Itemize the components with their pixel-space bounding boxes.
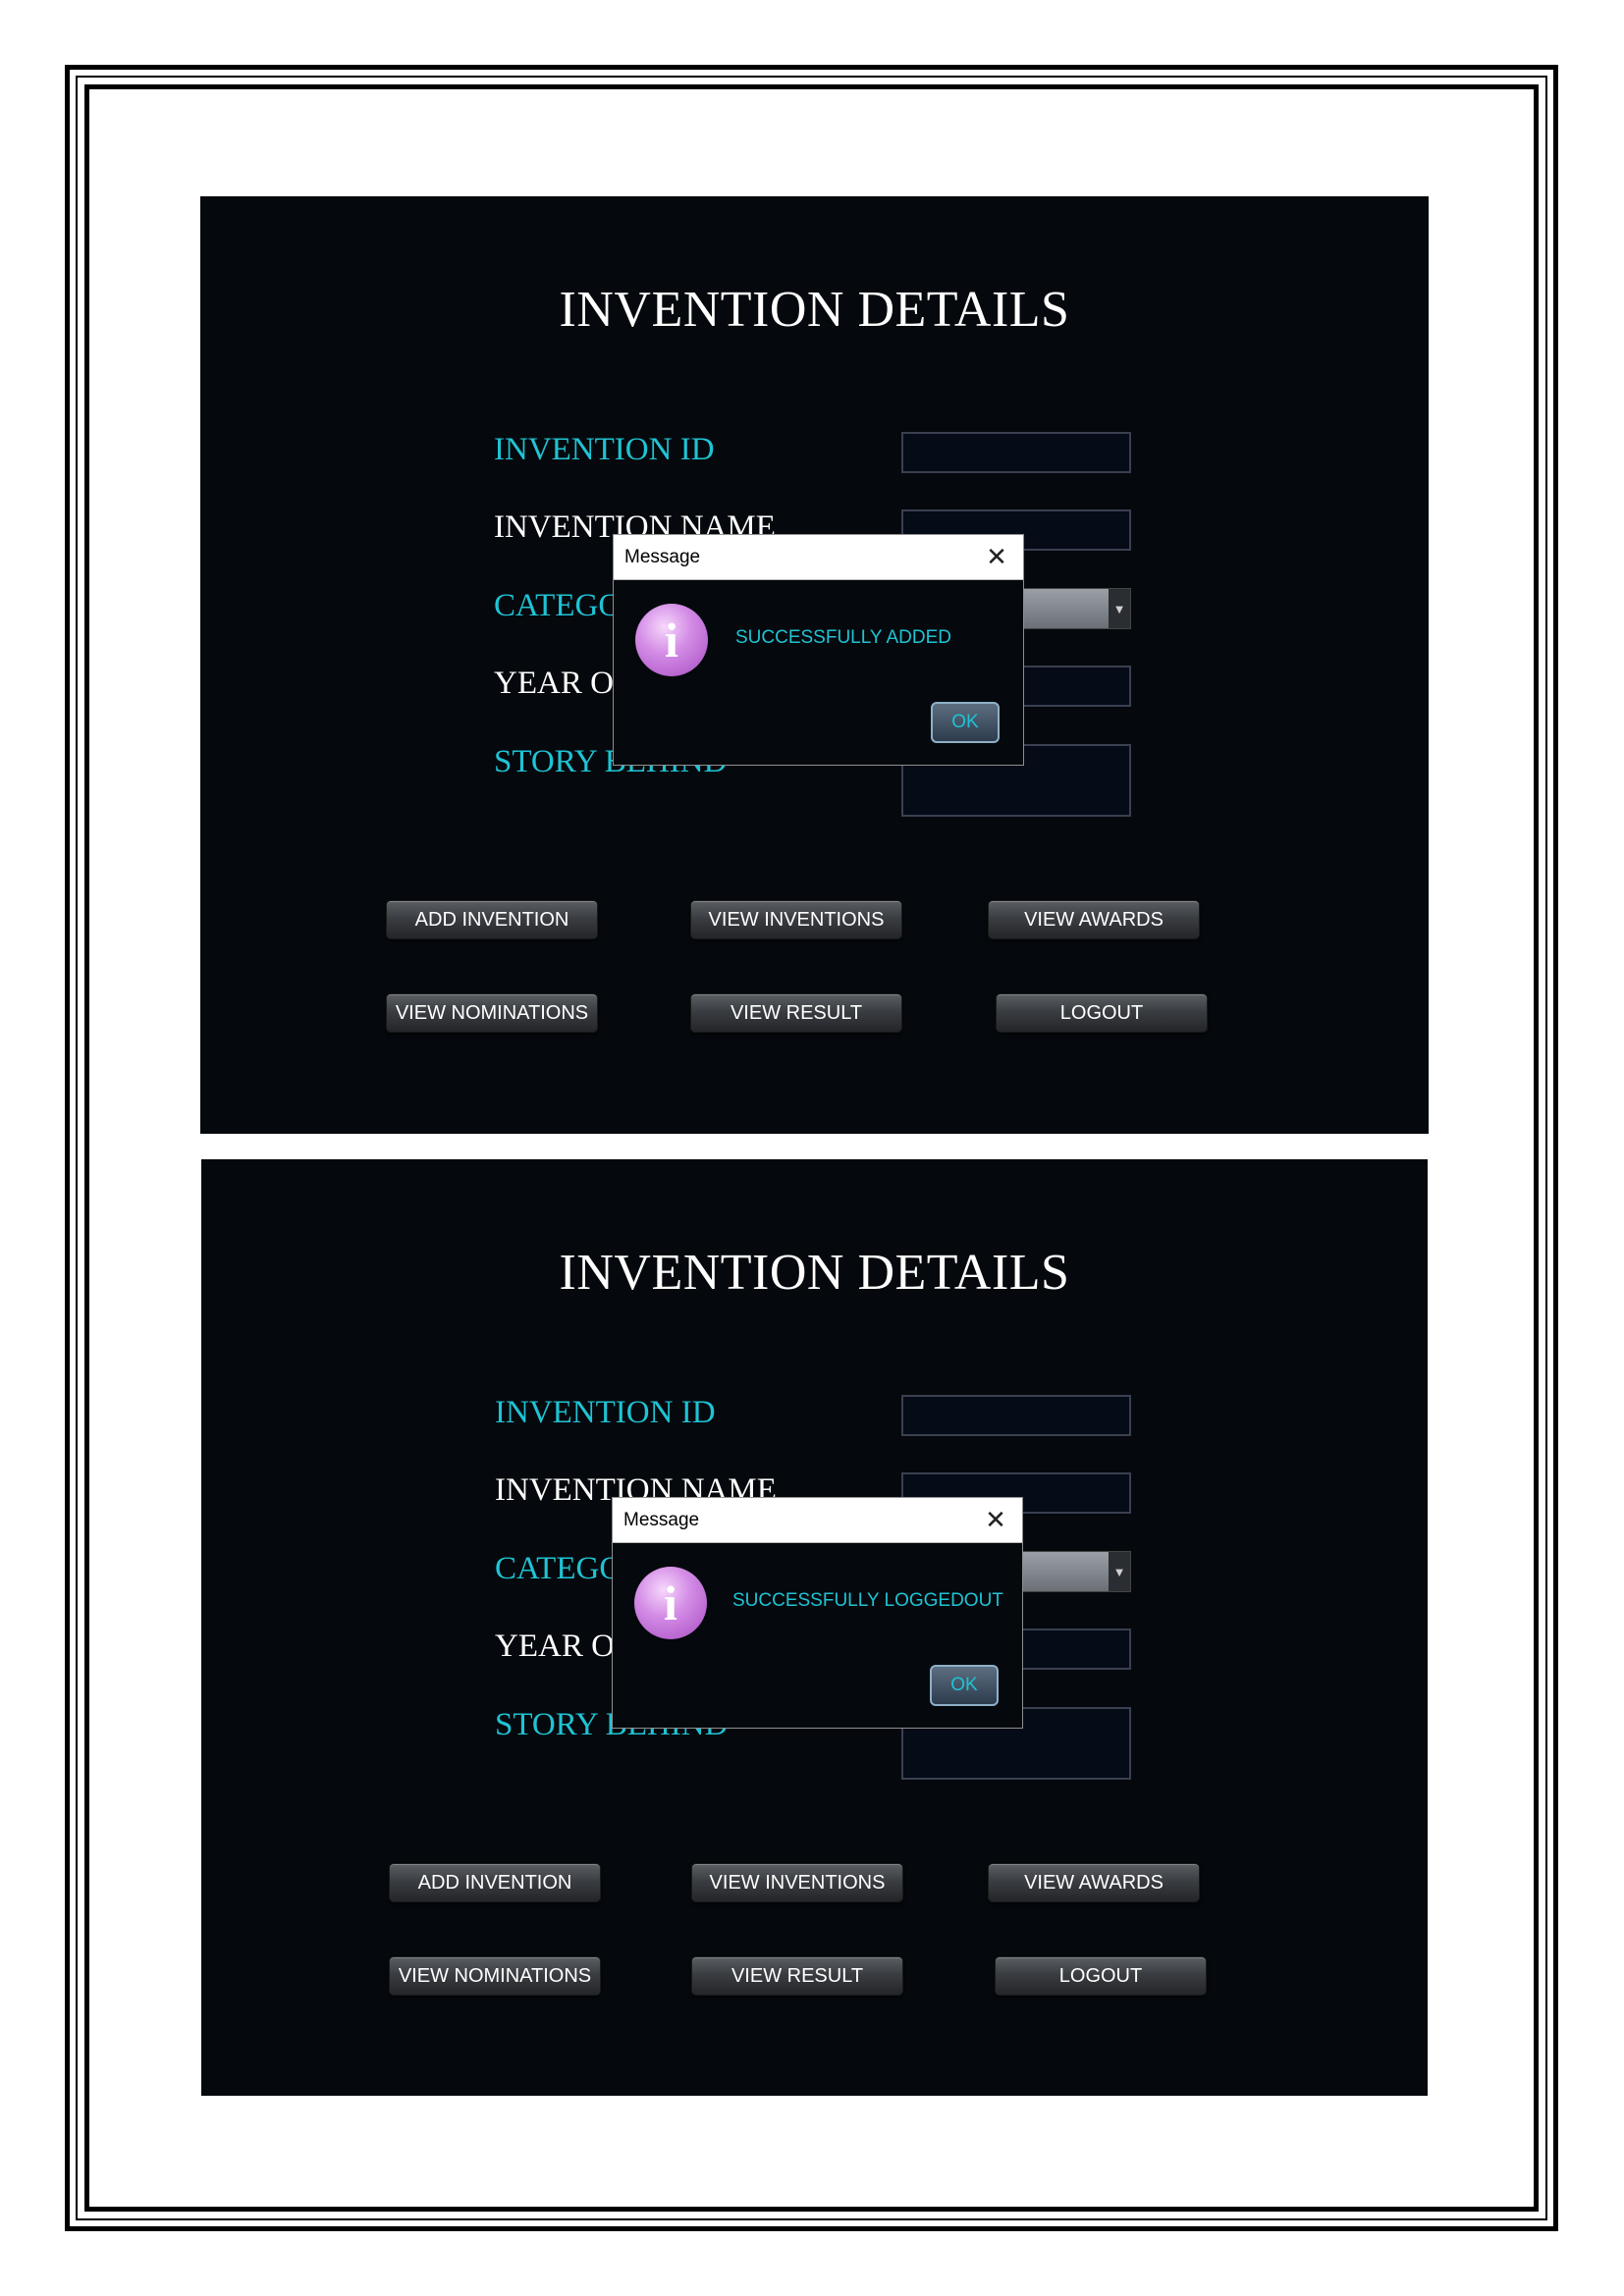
- close-icon[interactable]: ✕: [984, 542, 1009, 571]
- view-nominations-button[interactable]: VIEW NOMINATIONS: [386, 993, 598, 1033]
- dialog-title: Message: [623, 1510, 700, 1530]
- invention-details-window-loggedout: INVENTION DETAILS INVENTION ID INVENTION…: [201, 1159, 1428, 2096]
- view-result-button[interactable]: VIEW RESULT: [690, 993, 902, 1033]
- invention-id-label: INVENTION ID: [495, 1395, 716, 1430]
- ok-button[interactable]: OK: [930, 1665, 999, 1706]
- invention-details-window-added: INVENTION DETAILS INVENTION ID INVENTION…: [200, 196, 1429, 1134]
- view-inventions-button[interactable]: VIEW INVENTIONS: [691, 1863, 903, 1902]
- page-title: INVENTION DETAILS: [559, 1245, 1070, 1301]
- logout-button[interactable]: LOGOUT: [995, 1956, 1207, 1996]
- page-title: INVENTION DETAILS: [559, 282, 1070, 338]
- view-awards-button[interactable]: VIEW AWARDS: [988, 1863, 1200, 1902]
- chevron-down-icon[interactable]: ▼: [1109, 1552, 1130, 1591]
- ok-button[interactable]: OK: [931, 702, 1000, 743]
- year-label: YEAR OF: [494, 666, 632, 701]
- dialog-title-bar: Message ✕: [613, 1498, 1022, 1543]
- dialog-title: Message: [624, 547, 701, 567]
- message-dialog: Message ✕ i SUCCESSFULLY ADDED OK: [613, 534, 1024, 766]
- invention-id-label: INVENTION ID: [494, 432, 715, 467]
- view-nominations-button[interactable]: VIEW NOMINATIONS: [389, 1956, 601, 1996]
- view-awards-button[interactable]: VIEW AWARDS: [988, 900, 1200, 939]
- logout-button[interactable]: LOGOUT: [996, 993, 1208, 1033]
- dialog-message: SUCCESSFULLY ADDED: [735, 627, 951, 648]
- information-icon: i: [635, 604, 708, 676]
- view-inventions-button[interactable]: VIEW INVENTIONS: [690, 900, 902, 939]
- invention-id-input[interactable]: [901, 1395, 1131, 1436]
- add-invention-button[interactable]: ADD INVENTION: [386, 900, 598, 939]
- close-icon[interactable]: ✕: [983, 1505, 1008, 1534]
- dialog-message: SUCCESSFULLY LOGGEDOUT: [732, 1590, 1003, 1611]
- message-dialog: Message ✕ i SUCCESSFULLY LOGGEDOUT OK: [612, 1497, 1023, 1729]
- invention-id-input[interactable]: [901, 432, 1131, 473]
- dialog-title-bar: Message ✕: [614, 535, 1023, 580]
- information-icon: i: [634, 1567, 707, 1639]
- chevron-down-icon[interactable]: ▼: [1109, 589, 1130, 628]
- add-invention-button[interactable]: ADD INVENTION: [389, 1863, 601, 1902]
- view-result-button[interactable]: VIEW RESULT: [691, 1956, 903, 1996]
